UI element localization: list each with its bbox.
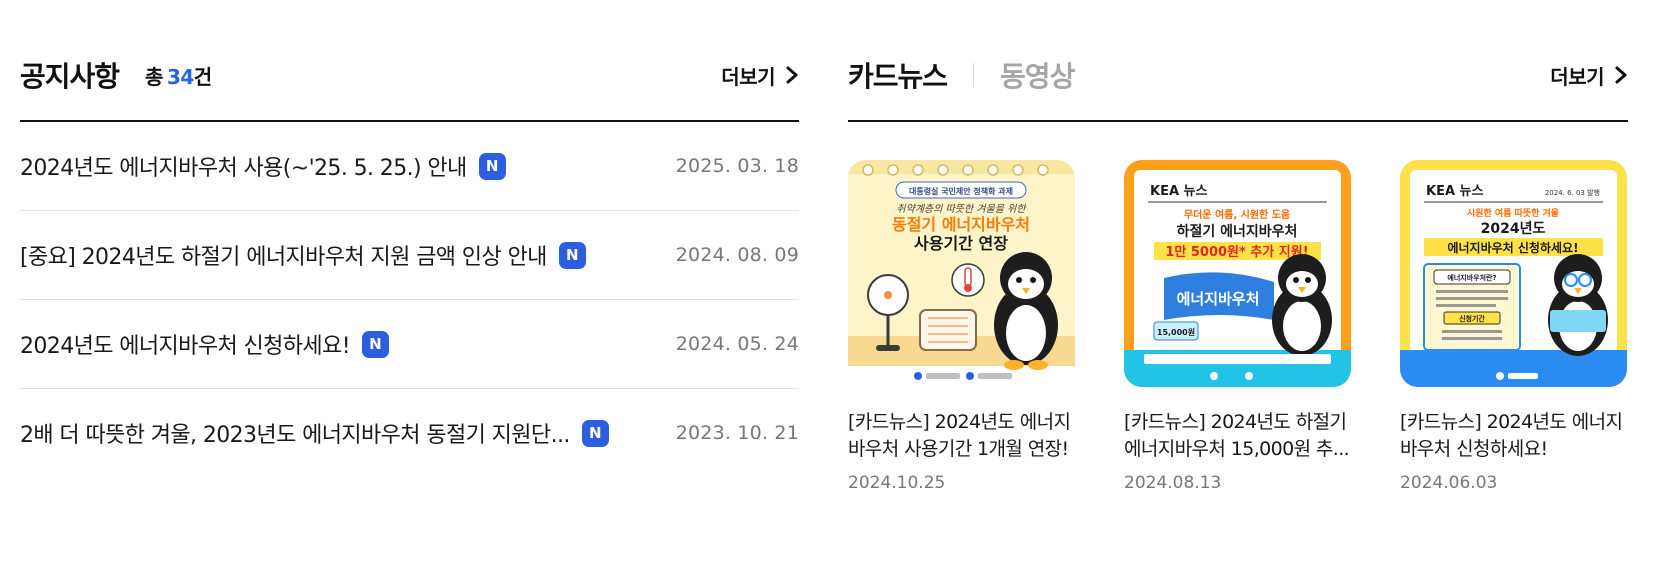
cardnews-panel: 카드뉴스 동영상 더보기 대통령실 국민제안 정책화 과제 취약계층의 따뜻한 … xyxy=(848,50,1628,493)
notice-item-date: 2024. 08. 09 xyxy=(675,244,799,266)
thumb-pill-text: 대통령실 국민제안 정책화 과제 xyxy=(909,186,1013,196)
card-thumbnail: KEA 뉴스 무더운 여름, 시원한 도움 하절기 에너지바우처 1만 5000… xyxy=(1124,160,1351,387)
card-title: [카드뉴스] 2024년도 에너지바우처 신청하세요! xyxy=(1400,411,1623,460)
card-thumbnail: 대통령실 국민제안 정책화 과제 취약계층의 따뜻한 겨울을 위한 동절기 에너… xyxy=(848,160,1075,387)
thumb-brand: KEA 뉴스 xyxy=(1150,184,1208,199)
new-badge-icon: N xyxy=(581,419,609,447)
notice-more-link[interactable]: 더보기 xyxy=(721,61,799,90)
thumb-period-label: 신청기간 xyxy=(1459,314,1485,323)
card-thumbnail-art: KEA 뉴스 무더운 여름, 시원한 도움 하절기 에너지바우처 1만 5000… xyxy=(1124,160,1351,387)
notice-item-title: 2024년도 에너지바우처 사용(~'25. 5. 25.) 안내 xyxy=(20,156,467,181)
main-board: 공지사항 총 34건 더보기 2024년도 에너지바우처 사용(~'25. 5. … xyxy=(0,0,1664,575)
thumb-headline-1: 동절기 에너지바우처 xyxy=(892,215,1030,234)
thumb-price: 15,000원 xyxy=(1157,327,1195,337)
notice-title: 공지사항 xyxy=(20,60,120,93)
notice-item-title: [중요] 2024년도 하절기 에너지바우처 지원 금액 인상 안내 xyxy=(20,245,547,270)
thumb-sub: 무더운 여름, 시원한 도움 xyxy=(1184,208,1290,221)
thumb-sub: 시원한 여름 따뜻한 겨울 xyxy=(1467,207,1559,219)
thumb-headline-2: 사용기간 연장 xyxy=(914,234,1008,253)
thumb-headline-2: 에너지바우처 신청하세요! xyxy=(1447,240,1578,255)
cardnews-divider xyxy=(848,120,1628,122)
notice-count: 총 34건 xyxy=(145,61,212,90)
new-badge-icon: N xyxy=(478,152,506,180)
thumb-brand: KEA 뉴스 xyxy=(1426,184,1484,199)
notice-item-title: 2024년도 에너지바우처 신청하세요! xyxy=(20,334,350,359)
thumb-headline-1: 2024년도 xyxy=(1481,221,1546,237)
card-thumbnail-art: KEA 뉴스 2024. 6. 03 발행 시원한 여름 따뜻한 겨울 2024… xyxy=(1400,160,1627,387)
tab-cardnews[interactable]: 카드뉴스 xyxy=(848,55,948,95)
thumb-question: 에너지바우처란? xyxy=(1447,273,1496,282)
thumb-pubdate: 2024. 6. 03 발행 xyxy=(1545,188,1600,197)
card-list: 대통령실 국민제안 정책화 과제 취약계층의 따뜻한 겨울을 위한 동절기 에너… xyxy=(848,160,1628,493)
card-date: 2024.10.25 xyxy=(848,473,946,493)
tab-separator xyxy=(973,63,975,87)
notice-header: 공지사항 총 34건 더보기 xyxy=(20,50,799,100)
notice-panel: 공지사항 총 34건 더보기 2024년도 에너지바우처 사용(~'25. 5. … xyxy=(20,50,799,477)
card-thumbnail-art: 대통령실 국민제안 정책화 과제 취약계층의 따뜻한 겨울을 위한 동절기 에너… xyxy=(848,160,1075,387)
count-prefix: 총 xyxy=(145,64,163,89)
notice-row[interactable]: 2024년도 에너지바우처 신청하세요! N 2024. 05. 24 xyxy=(20,300,799,389)
notice-item-date: 2025. 03. 18 xyxy=(675,155,799,177)
tab-video[interactable]: 동영상 xyxy=(1000,55,1075,95)
thumb-headline-2: 1만 5000원* 추가 지원! xyxy=(1165,244,1308,260)
cardnews-tabs: 카드뉴스 동영상 xyxy=(848,55,1075,95)
count-number: 34 xyxy=(166,64,194,89)
cardnews-more-link[interactable]: 더보기 xyxy=(1550,61,1628,90)
card-item[interactable]: KEA 뉴스 무더운 여름, 시원한 도움 하절기 에너지바우처 1만 5000… xyxy=(1124,160,1351,493)
new-badge-icon: N xyxy=(361,330,389,358)
card-date: 2024.08.13 xyxy=(1124,473,1222,493)
card-title: [카드뉴스] 2024년도 하절기 에너지바우처 15,000원 추... xyxy=(1124,411,1350,460)
notice-list: 2024년도 에너지바우처 사용(~'25. 5. 25.) 안내 N 2025… xyxy=(20,122,799,477)
thumb-headline-1: 하절기 에너지바우처 xyxy=(1177,223,1298,240)
card-thumbnail: KEA 뉴스 2024. 6. 03 발행 시원한 여름 따뜻한 겨울 2024… xyxy=(1400,160,1627,387)
new-badge-icon: N xyxy=(558,241,586,269)
more-label: 더보기 xyxy=(1550,64,1604,89)
chevron-right-icon xyxy=(786,66,798,84)
count-suffix: 건 xyxy=(193,64,212,89)
notice-item-date: 2023. 10. 21 xyxy=(675,422,799,444)
notice-row[interactable]: 2배 더 따뜻한 겨울, 2023년도 에너지바우처 동절기 지원단... N … xyxy=(20,389,799,477)
card-title: [카드뉴스] 2024년도 에너지바우처 사용기간 1개월 연장! xyxy=(848,411,1071,460)
notice-row[interactable]: [중요] 2024년도 하절기 에너지바우처 지원 금액 인상 안내 N 202… xyxy=(20,211,799,300)
chevron-right-icon xyxy=(1615,66,1627,84)
card-item[interactable]: 대통령실 국민제안 정책화 과제 취약계층의 따뜻한 겨울을 위한 동절기 에너… xyxy=(848,160,1075,493)
card-item[interactable]: KEA 뉴스 2024. 6. 03 발행 시원한 여름 따뜻한 겨울 2024… xyxy=(1400,160,1627,493)
notice-item-title: 2배 더 따뜻한 겨울, 2023년도 에너지바우처 동절기 지원단... xyxy=(20,423,570,448)
notice-row[interactable]: 2024년도 에너지바우처 사용(~'25. 5. 25.) 안내 N 2025… xyxy=(20,122,799,211)
card-date: 2024.06.03 xyxy=(1400,473,1498,493)
notice-item-date: 2024. 05. 24 xyxy=(675,333,799,355)
thumb-banner: 에너지바우처 xyxy=(1177,290,1260,308)
cardnews-header: 카드뉴스 동영상 더보기 xyxy=(848,50,1628,100)
more-label: 더보기 xyxy=(721,64,775,89)
thumb-script-text: 취약계층의 따뜻한 겨울을 위한 xyxy=(896,203,1027,215)
